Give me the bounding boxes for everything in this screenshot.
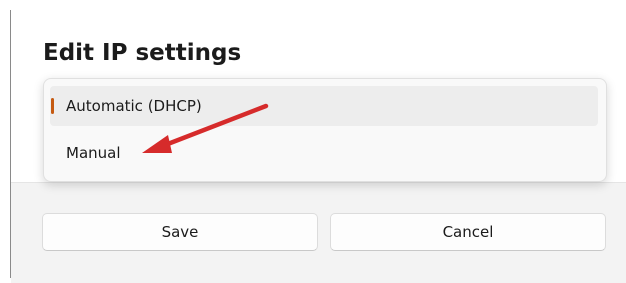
- dropdown-option-automatic-dhcp[interactable]: Automatic (DHCP): [50, 86, 598, 126]
- dropdown-option-label: Manual: [66, 144, 121, 162]
- save-button[interactable]: Save: [42, 213, 318, 251]
- selection-indicator: [51, 98, 54, 114]
- dialog-title: Edit IP settings: [43, 40, 242, 66]
- ip-assignment-dropdown-list: Automatic (DHCP) Manual: [43, 78, 607, 182]
- cancel-button[interactable]: Cancel: [330, 213, 606, 251]
- dropdown-option-manual[interactable]: Manual: [50, 133, 598, 173]
- edit-ip-settings-dialog: Edit IP settings Automatic (DHCP) Manual…: [0, 0, 626, 283]
- dropdown-option-label: Automatic (DHCP): [66, 97, 202, 115]
